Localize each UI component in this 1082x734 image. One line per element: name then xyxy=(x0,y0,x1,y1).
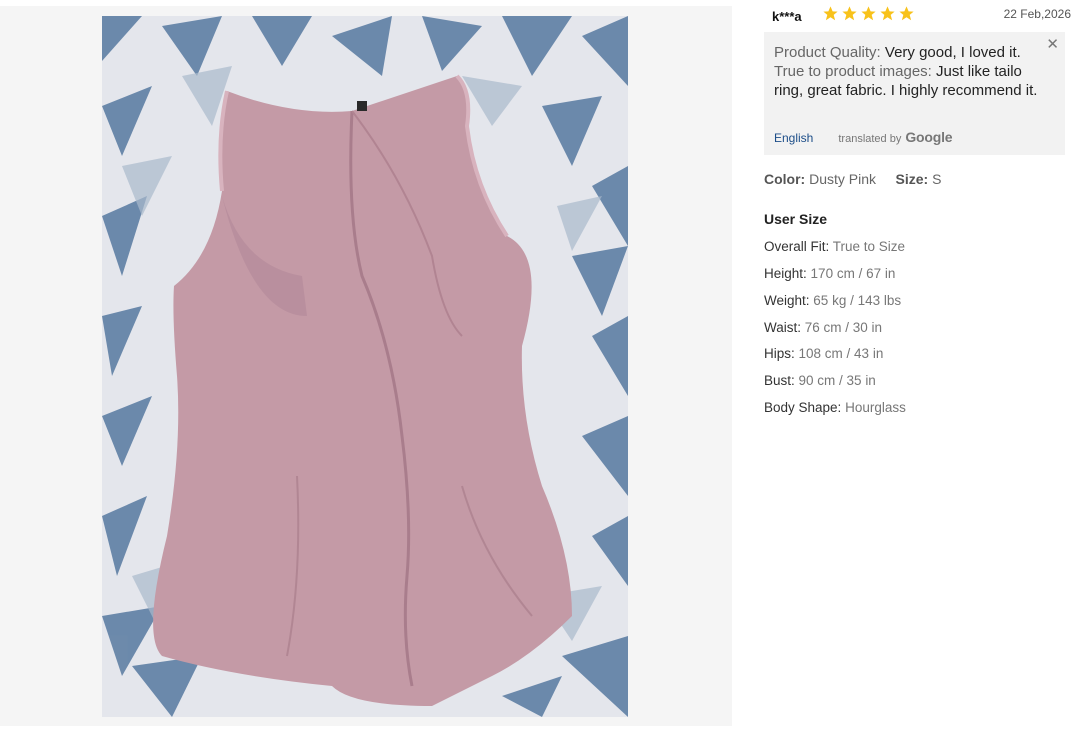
fit-label: Overall Fit: xyxy=(764,239,830,254)
close-icon[interactable]: ✕ xyxy=(1046,35,1059,53)
review-photo[interactable] xyxy=(102,16,628,717)
review-photo-panel xyxy=(0,6,732,726)
hips-value: 108 cm / 43 in xyxy=(798,346,884,361)
language-link[interactable]: English xyxy=(774,131,813,145)
overall-fit-row: Overall Fit: True to Size xyxy=(764,239,905,254)
star-icon xyxy=(899,6,914,21)
quality-text: Very good, I loved it. xyxy=(880,44,1021,61)
color-value: Dusty Pink xyxy=(809,171,877,187)
translation-footer: English translated by Google xyxy=(774,129,953,145)
review-header: k***a 22 Feb,2026 xyxy=(764,0,1076,30)
waist-label: Waist: xyxy=(764,320,801,335)
waist-value: 76 cm / 30 in xyxy=(804,320,883,335)
height-value: 170 cm / 67 in xyxy=(810,266,896,281)
weight-value: 65 kg / 143 lbs xyxy=(813,293,902,308)
translated-by-label: translated by xyxy=(838,133,902,145)
bust-row: Bust: 90 cm / 35 in xyxy=(764,373,876,388)
hips-label: Hips: xyxy=(764,346,795,361)
reviewer-name: k***a xyxy=(772,9,802,24)
color-label: Color: xyxy=(764,171,806,187)
bust-value: 90 cm / 35 in xyxy=(798,373,876,388)
hips-row: Hips: 108 cm / 43 in xyxy=(764,346,883,361)
waist-row: Waist: 76 cm / 30 in xyxy=(764,320,882,335)
images-label: True to product images: xyxy=(774,63,932,80)
body-shape-row: Body Shape: Hourglass xyxy=(764,400,906,415)
variant-info: Color: Dusty Pink Size: S xyxy=(764,171,941,187)
size-label: Size: xyxy=(895,171,929,187)
quality-label: Product Quality: xyxy=(774,44,881,61)
google-logo: Google xyxy=(905,129,953,145)
star-rating xyxy=(822,5,915,22)
translation-box: ✕ Product Quality: Very good, I loved it… xyxy=(764,32,1065,155)
star-icon xyxy=(880,6,895,21)
star-icon xyxy=(861,6,876,21)
pink-vest-photo xyxy=(102,16,628,717)
bust-label: Bust: xyxy=(764,373,795,388)
fit-value: True to Size xyxy=(832,239,906,254)
size-value: S xyxy=(932,171,942,187)
translated-review-text: Product Quality: Very good, I loved it. … xyxy=(774,43,1046,100)
review-detail: k***a 22 Feb,2026 ✕ Product Quality: Ver… xyxy=(764,0,1076,415)
user-size-title: User Size xyxy=(764,211,828,227)
review-date: 22 Feb,2026 xyxy=(1003,7,1071,21)
body-shape-label: Body Shape: xyxy=(764,400,842,415)
star-icon xyxy=(842,6,857,21)
body-shape-value: Hourglass xyxy=(845,400,906,415)
weight-label: Weight: xyxy=(764,293,810,308)
star-icon xyxy=(823,6,838,21)
height-label: Height: xyxy=(764,266,807,281)
height-row: Height: 170 cm / 67 in xyxy=(764,266,895,281)
weight-row: Weight: 65 kg / 143 lbs xyxy=(764,293,901,308)
